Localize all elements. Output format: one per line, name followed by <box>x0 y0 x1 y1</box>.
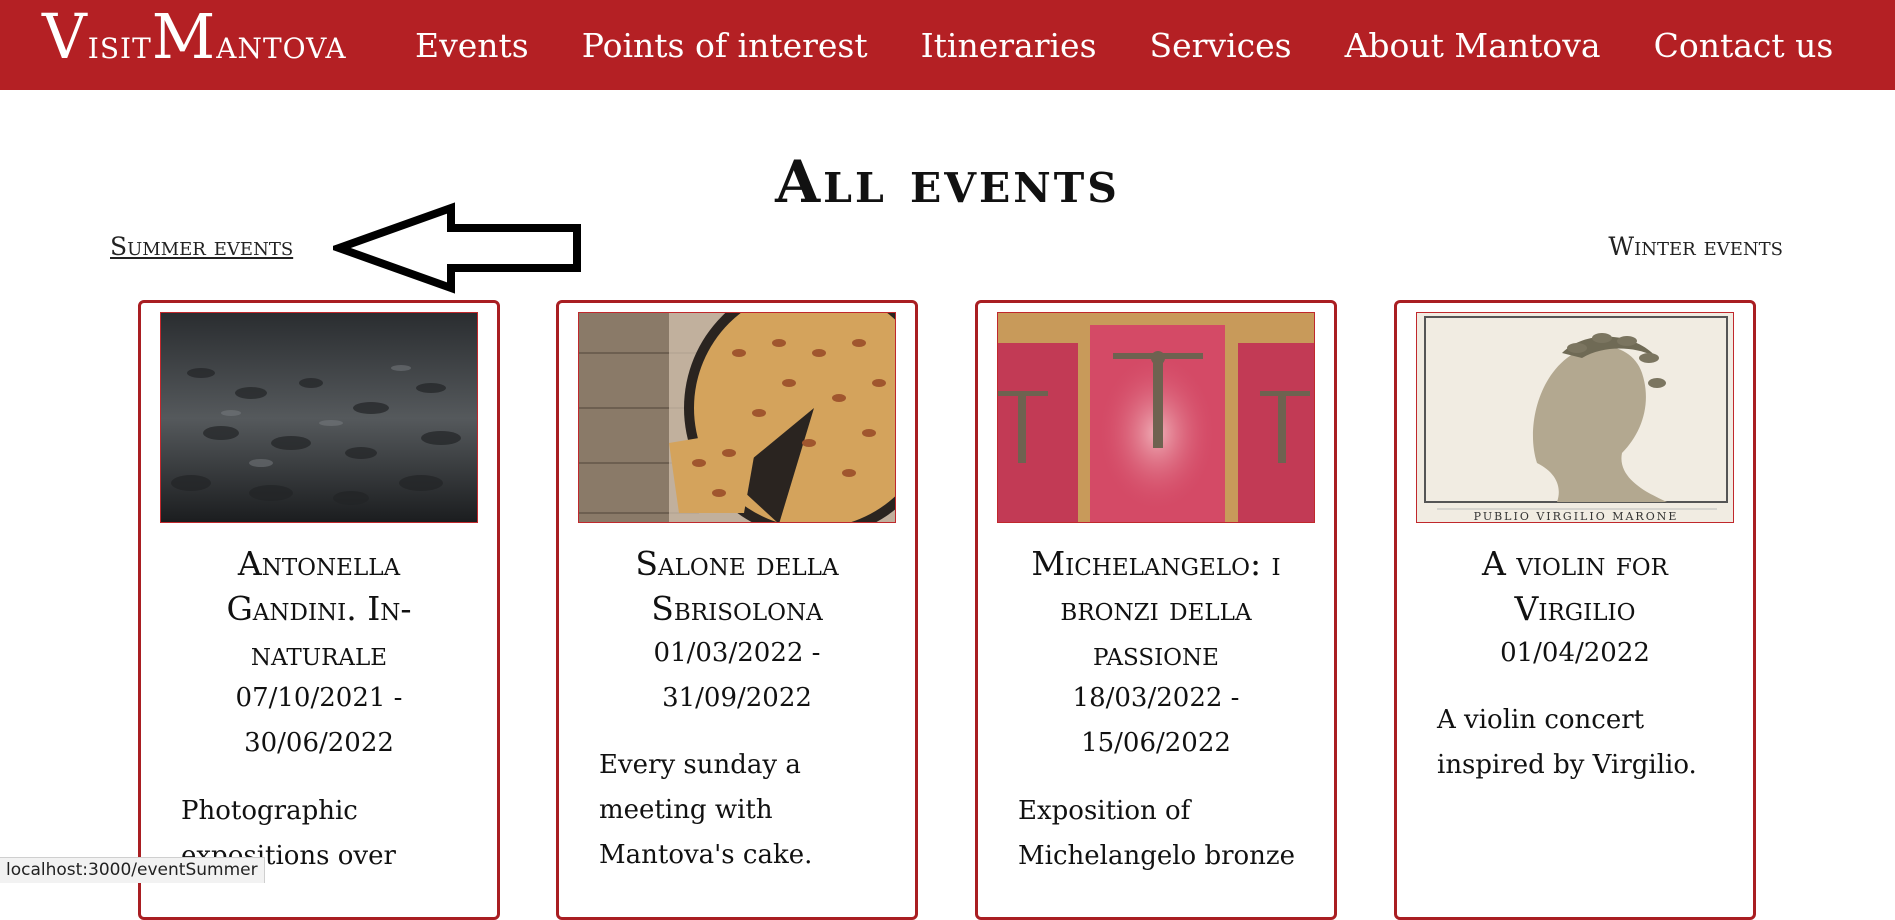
logo-letter-v: V <box>42 0 88 73</box>
event-date-line: 30/06/2022 <box>244 728 394 758</box>
nav-about-mantova[interactable]: About Mantova <box>1345 26 1601 65</box>
snowy-landscape-photo <box>161 313 477 522</box>
event-image[interactable] <box>160 312 478 523</box>
almond-cake-photo <box>579 313 895 522</box>
event-date-line: 18/03/2022 - <box>1072 683 1240 713</box>
events-grid: Antonella Gandini. In- naturale 07/10/20… <box>138 300 1758 920</box>
event-card[interactable]: Salone della Sbrisolona 01/03/2022 - 31/… <box>556 300 918 920</box>
event-title-line: bronzi della <box>1060 589 1252 628</box>
engraving-caption: PUBLIO VIRGILIO MARONE <box>1474 510 1679 523</box>
event-title[interactable]: A violin for Virgilio <box>1407 541 1743 631</box>
event-description: Exposition of Michelangelo bronze <box>1018 789 1308 879</box>
nav-points-of-interest[interactable]: Points of interest <box>582 26 868 65</box>
winter-events-link[interactable]: Winter events <box>1608 232 1783 261</box>
event-description: Every sunday a meeting with Mantova's ca… <box>599 743 889 878</box>
event-date: 01/03/2022 - 31/09/2022 <box>569 631 905 721</box>
event-date: 07/10/2021 - 30/06/2022 <box>151 676 487 766</box>
event-title[interactable]: Salone della Sbrisolona <box>569 541 905 631</box>
nav-itineraries[interactable]: Itineraries <box>921 26 1097 65</box>
event-card[interactable]: Michelangelo: i bronzi della passione 18… <box>975 300 1337 920</box>
event-date-line: 01/04/2022 <box>1500 638 1650 668</box>
event-description: A violin concert inspired by Virgilio. <box>1437 698 1727 788</box>
event-image[interactable] <box>578 312 896 523</box>
event-desc-line: Exposition of <box>1018 796 1191 826</box>
event-title-line: Sbrisolona <box>651 589 823 628</box>
logo-part-antova: antova <box>216 22 347 68</box>
event-desc-line: Photographic <box>181 796 358 826</box>
event-title-line: Virgilio <box>1514 589 1636 628</box>
event-date-line: 07/10/2021 - <box>235 683 403 713</box>
event-image[interactable]: PUBLIO VIRGILIO MARONE <box>1416 312 1734 523</box>
event-image[interactable] <box>997 312 1315 523</box>
event-date: 01/04/2022 <box>1407 631 1743 676</box>
logo-part-isit: isit <box>87 22 152 68</box>
event-title-line: Salone della <box>635 544 839 583</box>
event-title-line: naturale <box>250 634 388 673</box>
event-card[interactable]: Antonella Gandini. In- naturale 07/10/20… <box>138 300 500 920</box>
event-date-line: 15/06/2022 <box>1081 728 1231 758</box>
logo-letter-m: M <box>151 0 217 73</box>
event-title-line: Michelangelo: i <box>1031 544 1281 583</box>
main-nav: Events Points of interest Itineraries Se… <box>415 0 1886 90</box>
bronze-crucifixes-photo <box>998 313 1314 522</box>
event-title-line: Gandini. In- <box>226 589 412 628</box>
summer-events-link[interactable]: Summer events <box>110 232 293 261</box>
event-desc-line: Michelangelo bronze <box>1018 841 1296 871</box>
event-date-line: 31/09/2022 <box>662 683 812 713</box>
event-title-line: passione <box>1093 634 1219 673</box>
nav-services[interactable]: Services <box>1150 26 1292 65</box>
event-title[interactable]: Antonella Gandini. In- naturale <box>151 541 487 676</box>
event-title-line: A violin for <box>1482 544 1668 583</box>
event-desc-line: A violin concert <box>1437 705 1645 735</box>
event-date: 18/03/2022 - 15/06/2022 <box>988 676 1324 766</box>
nav-contact-us[interactable]: Contact us <box>1654 26 1834 65</box>
virgil-engraving: PUBLIO VIRGILIO MARONE <box>1417 313 1733 523</box>
site-header: VisitMantova Events Points of interest I… <box>0 0 1895 90</box>
event-desc-line: Mantova's cake. <box>599 840 813 870</box>
event-desc-line: inspired by Virgilio. <box>1437 750 1697 780</box>
event-date-line: 01/03/2022 - <box>653 638 821 668</box>
event-desc-line: Every sunday a <box>599 750 801 780</box>
page-title: All events <box>775 148 1120 216</box>
event-title-line: Antonella <box>237 544 401 583</box>
nav-events[interactable]: Events <box>415 26 529 65</box>
site-logo[interactable]: VisitMantova <box>42 6 347 68</box>
left-arrow-icon <box>333 202 581 294</box>
event-card[interactable]: PUBLIO VIRGILIO MARONE A violin for Virg… <box>1394 300 1756 920</box>
event-desc-line: meeting with <box>599 795 773 825</box>
event-title[interactable]: Michelangelo: i bronzi della passione <box>988 541 1324 676</box>
browser-status-bar: localhost:3000/eventSummer <box>0 857 265 883</box>
